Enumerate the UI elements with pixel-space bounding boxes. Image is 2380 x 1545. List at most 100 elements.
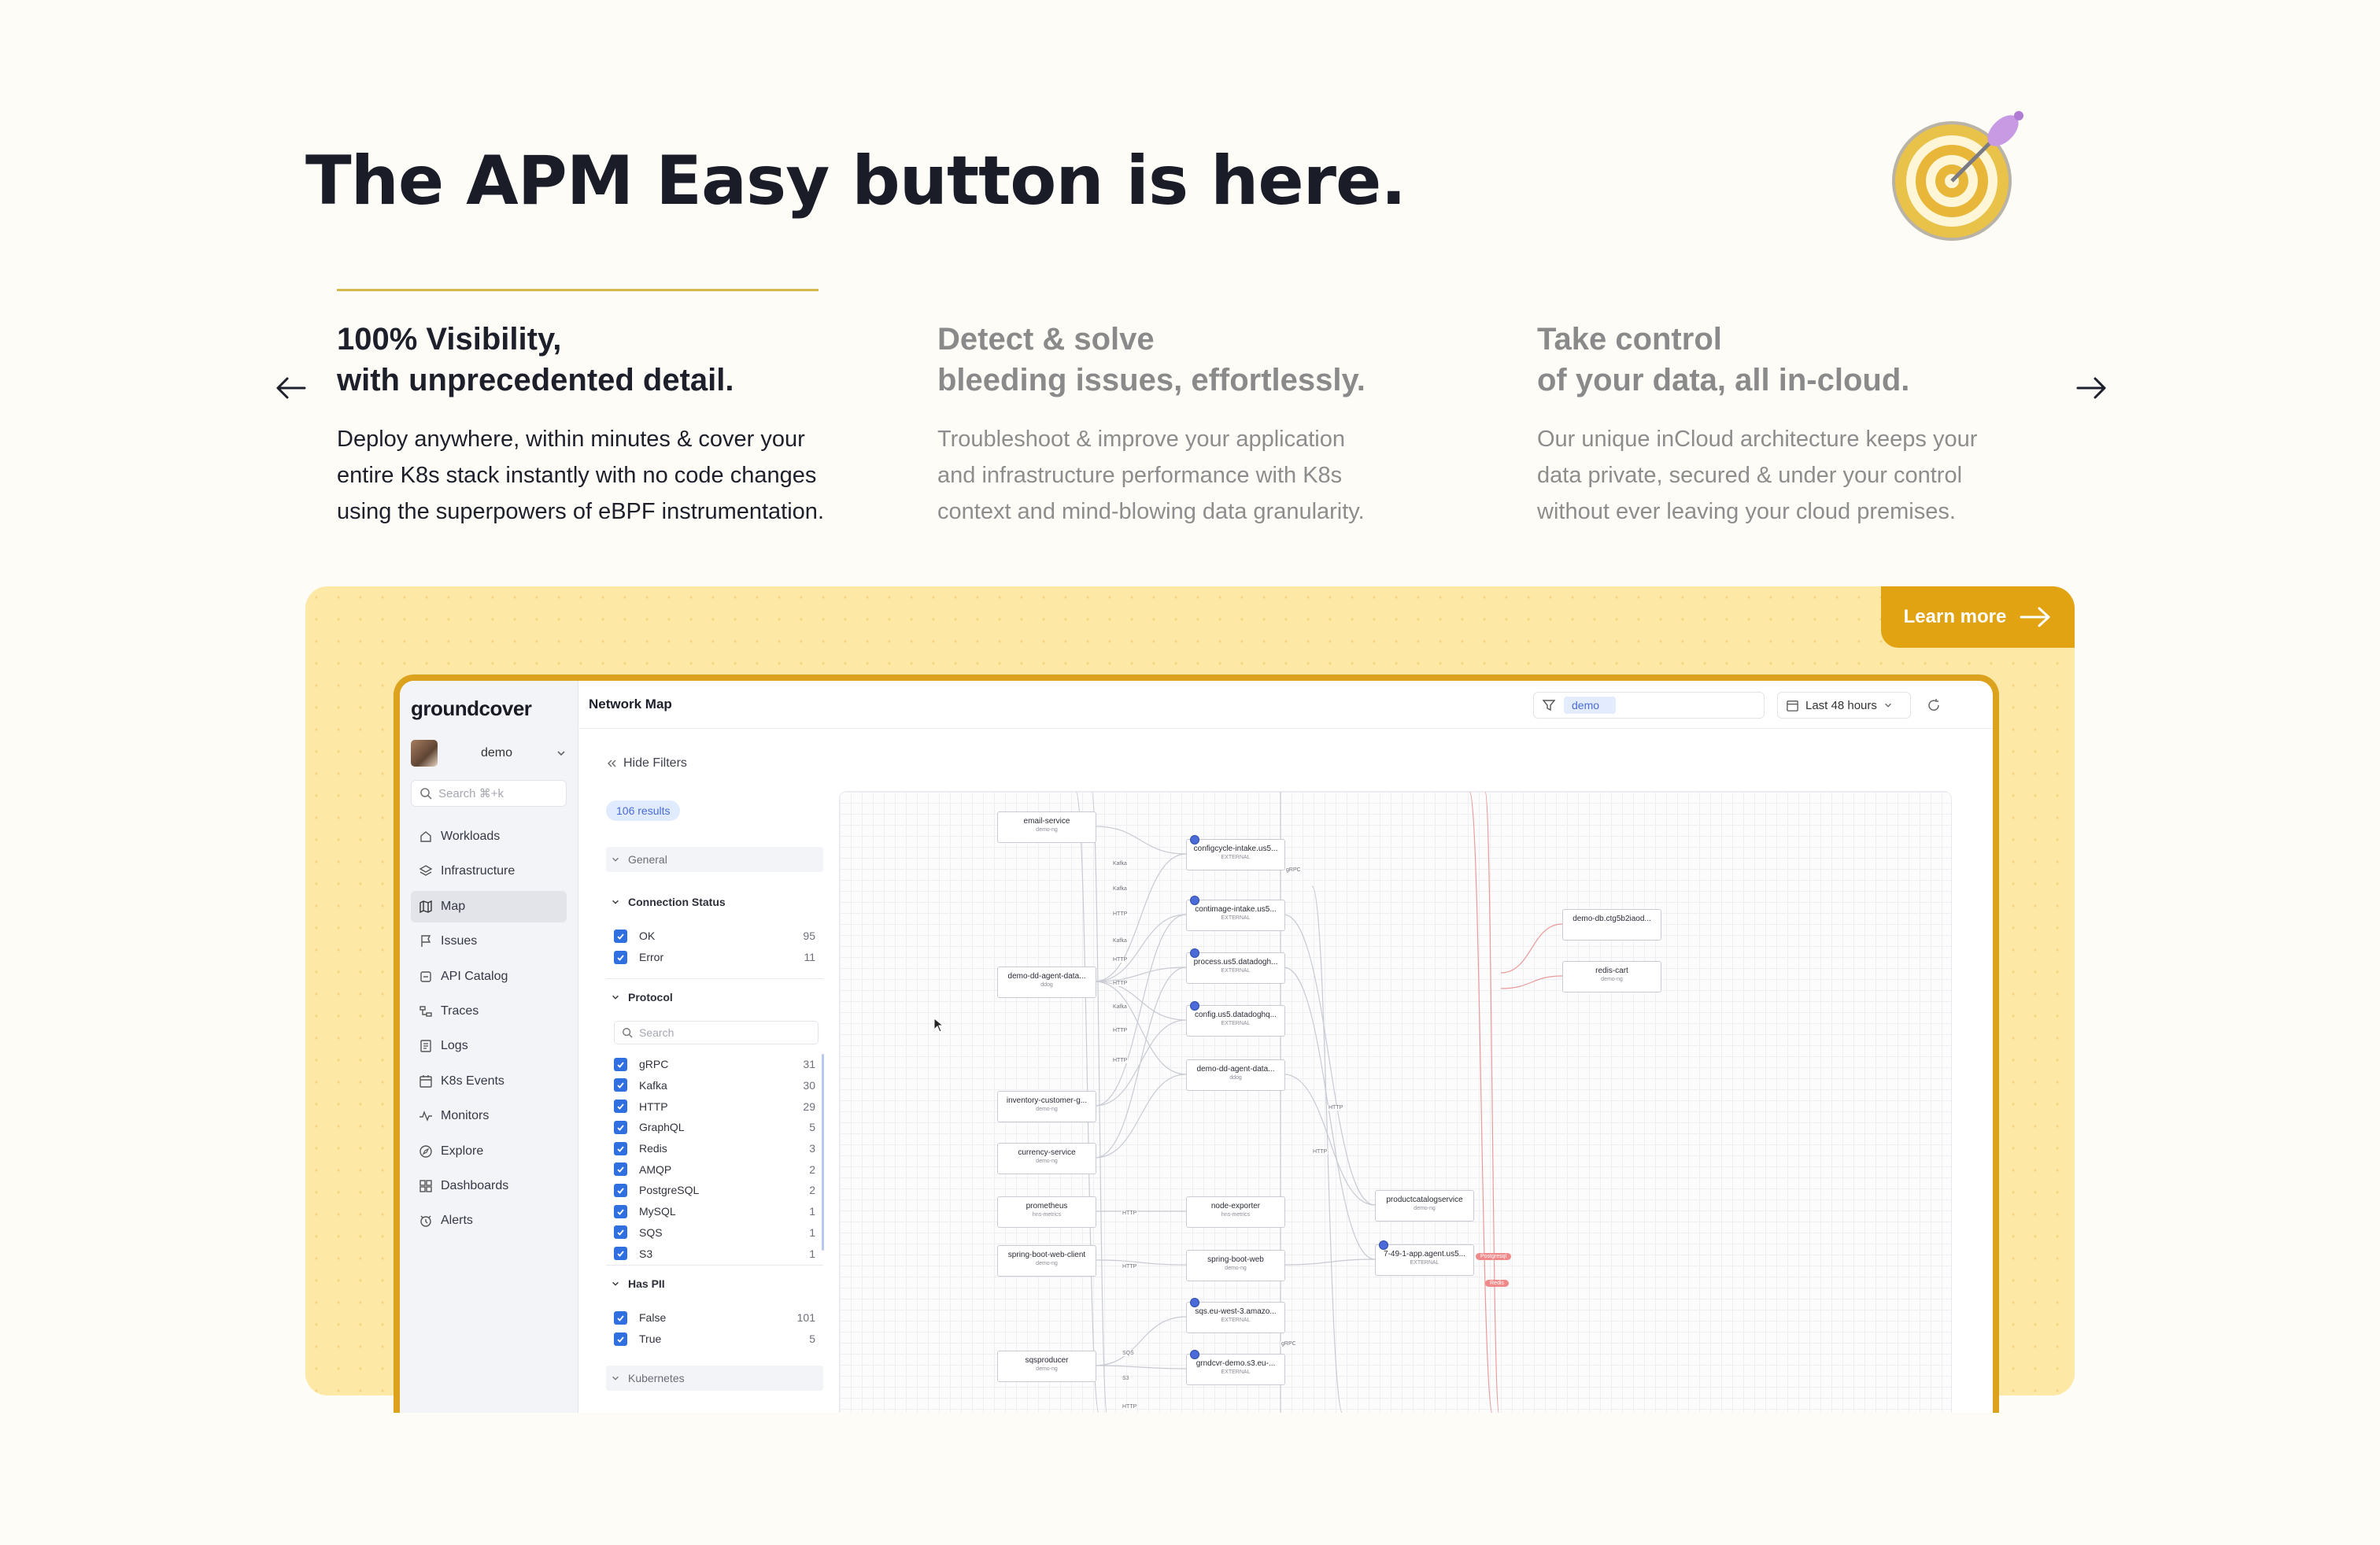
sidebar-item-explore[interactable]: Explore bbox=[411, 1136, 567, 1167]
checkbox[interactable] bbox=[614, 1204, 627, 1218]
filter-row[interactable]: OK 95 bbox=[614, 926, 815, 947]
filter-row[interactable]: AMQP 2 bbox=[614, 1159, 815, 1181]
checkbox[interactable] bbox=[614, 1141, 627, 1155]
sidebar-item-label: Workloads bbox=[441, 830, 501, 843]
map-node[interactable]: demo-dd-agent-data... ddog bbox=[997, 967, 1096, 998]
app-logo[interactable]: groundcover bbox=[411, 697, 532, 721]
map-node-name: spring-boot-web-client bbox=[1007, 1251, 1086, 1259]
error-edge-label[interactable]: Postgresql bbox=[1476, 1253, 1512, 1260]
checkbox[interactable] bbox=[614, 1332, 627, 1346]
map-node[interactable]: email-service demo-ng bbox=[997, 811, 1096, 843]
map-node[interactable]: sqs.eu-west-3.amazo... EXTERNAL bbox=[1186, 1298, 1285, 1333]
checkbox[interactable] bbox=[614, 1162, 627, 1177]
filter-label: SQS bbox=[639, 1225, 663, 1239]
sidebar-item-api-catalog[interactable]: API Catalog bbox=[411, 961, 567, 992]
filter-row[interactable]: S3 1 bbox=[614, 1243, 815, 1264]
checkbox[interactable] bbox=[614, 1310, 627, 1325]
filter-input[interactable]: demo bbox=[1533, 692, 1765, 719]
checkbox[interactable] bbox=[614, 1225, 627, 1240]
map-node[interactable]: spring-boot-web demo-ng bbox=[1186, 1250, 1285, 1281]
protocol-search-input[interactable]: Search bbox=[614, 1021, 819, 1044]
map-node[interactable]: contimage-intake.us5... EXTERNAL bbox=[1186, 896, 1285, 931]
page-title: Network Map bbox=[589, 697, 672, 712]
map-node[interactable]: configcycle-intake.us5... EXTERNAL bbox=[1186, 835, 1285, 870]
section-kubernetes[interactable]: Kubernetes bbox=[606, 1366, 823, 1391]
map-node[interactable]: 7-49-1-app.agent.us5... EXTERNAL bbox=[1375, 1240, 1474, 1276]
sidebar-item-map[interactable]: Map bbox=[411, 890, 567, 922]
filter-row[interactable]: False 101 bbox=[614, 1307, 815, 1329]
map-icon bbox=[419, 900, 432, 913]
map-node[interactable]: inventory-customer-g... demo-ng bbox=[997, 1091, 1096, 1122]
sidebar-item-traces[interactable]: Traces bbox=[411, 996, 567, 1027]
filter-row[interactable]: GraphQL 5 bbox=[614, 1117, 815, 1138]
sidebar-item-infrastructure[interactable]: Infrastructure bbox=[411, 856, 567, 887]
section-connection-status[interactable]: Connection Status bbox=[606, 889, 823, 915]
layers-icon bbox=[419, 865, 433, 877]
map-node[interactable]: prometheus hns-metrics bbox=[997, 1196, 1096, 1228]
time-range-select[interactable]: Last 48 hours bbox=[1777, 692, 1911, 719]
feature-detect[interactable]: Detect & solve bleeding issues, effortles… bbox=[937, 319, 1457, 530]
map-node[interactable]: demo-dd-agent-data... ddog bbox=[1186, 1059, 1285, 1091]
learn-more-button[interactable]: Learn more bbox=[1881, 586, 2075, 648]
sidebar-search-input[interactable]: Search ⌘+k bbox=[411, 780, 567, 807]
map-node[interactable]: productcatalogservice demo-ng bbox=[1375, 1190, 1474, 1222]
feature-body-line: Our unique inCloud architecture keeps yo… bbox=[1537, 427, 1978, 452]
edge-label: HTTP bbox=[1112, 1028, 1129, 1033]
filter-row[interactable]: Error 11 bbox=[614, 947, 815, 968]
sidebar-item-logs[interactable]: Logs bbox=[411, 1030, 567, 1062]
network-map-canvas[interactable]: email-service demo-ng demo-dd-agent-data..… bbox=[839, 791, 1952, 1413]
filter-row[interactable]: MySQL 1 bbox=[614, 1201, 815, 1222]
map-node[interactable]: spring-boot-web-client demo-ng bbox=[997, 1245, 1096, 1277]
arrow-left-icon[interactable] bbox=[272, 368, 311, 408]
sidebar-item-monitors[interactable]: Monitors bbox=[411, 1100, 567, 1132]
map-node[interactable]: config.us5.datadoghq... EXTERNAL bbox=[1186, 1001, 1285, 1037]
filter-row[interactable]: HTTP 29 bbox=[614, 1096, 815, 1117]
map-node[interactable]: node-exporter hns-metrics bbox=[1186, 1196, 1285, 1228]
user-switcher[interactable]: demo bbox=[411, 739, 567, 767]
filter-row[interactable]: gRPC 31 bbox=[614, 1054, 815, 1075]
refresh-button[interactable] bbox=[1920, 692, 1947, 719]
checkbox[interactable] bbox=[614, 1247, 627, 1261]
checkbox[interactable] bbox=[614, 929, 627, 943]
map-node[interactable]: redis-cart demo-ng bbox=[1562, 961, 1661, 992]
feature-visibility[interactable]: 100% Visibility, with unprecedented detai… bbox=[337, 319, 856, 530]
map-node[interactable]: currency-service demo-ng bbox=[997, 1143, 1096, 1174]
checkbox[interactable] bbox=[614, 1183, 627, 1197]
filter-row[interactable]: True 5 bbox=[614, 1329, 815, 1350]
map-node-name: redis-cart bbox=[1595, 967, 1628, 975]
checkbox[interactable] bbox=[614, 1120, 627, 1134]
section-protocol[interactable]: Protocol bbox=[606, 985, 823, 1010]
map-node[interactable]: grndcvr-demo.s3.eu-... EXTERNAL bbox=[1186, 1350, 1285, 1385]
checkbox[interactable] bbox=[614, 950, 627, 964]
edge-label: HTTP bbox=[1122, 1264, 1138, 1270]
map-node[interactable]: demo-db.ctg5b2iaod... bbox=[1562, 909, 1661, 941]
sidebar-item-issues[interactable]: Issues bbox=[411, 926, 567, 957]
sidebar-item-label: Issues bbox=[441, 934, 478, 948]
sidebar-item-dashboards[interactable]: Dashboards bbox=[411, 1170, 567, 1202]
map-node[interactable]: process.us5.datadogh... EXTERNAL bbox=[1186, 948, 1285, 984]
filter-label: False bbox=[639, 1311, 667, 1325]
section-general[interactable]: General bbox=[606, 847, 823, 872]
avatar bbox=[411, 740, 438, 767]
checkbox[interactable] bbox=[614, 1100, 627, 1114]
filter-row[interactable]: PostgreSQL 2 bbox=[614, 1180, 815, 1201]
checkbox[interactable] bbox=[614, 1078, 627, 1092]
user-name: demo bbox=[480, 746, 513, 760]
sidebar-item-workloads[interactable]: Workloads bbox=[411, 821, 567, 852]
section-label: Protocol bbox=[628, 991, 673, 1004]
feature-control[interactable]: Take control of your data, all in-cloud. … bbox=[1537, 319, 2057, 530]
checkbox[interactable] bbox=[614, 1057, 627, 1071]
filter-row[interactable]: Redis 3 bbox=[614, 1138, 815, 1159]
filter-label: AMQP bbox=[639, 1162, 672, 1176]
filter-chip[interactable]: demo bbox=[1564, 697, 1616, 714]
map-node[interactable]: sqsproducer demo-ng bbox=[997, 1351, 1096, 1382]
filter-row[interactable]: SQS 1 bbox=[614, 1222, 815, 1244]
filter-row[interactable]: Kafka 30 bbox=[614, 1075, 815, 1096]
section-has-pii[interactable]: Has PII bbox=[606, 1271, 823, 1296]
arrow-right-icon[interactable] bbox=[2071, 368, 2111, 408]
sidebar-item-k8s-events[interactable]: K8s Events bbox=[411, 1066, 567, 1097]
sidebar-item-alerts[interactable]: Alerts bbox=[411, 1205, 567, 1236]
filters-scrollbar[interactable] bbox=[822, 1054, 824, 1251]
hide-filters-button[interactable]: Hide Filters bbox=[606, 756, 687, 771]
error-edge-label[interactable]: Redis bbox=[1485, 1280, 1509, 1287]
